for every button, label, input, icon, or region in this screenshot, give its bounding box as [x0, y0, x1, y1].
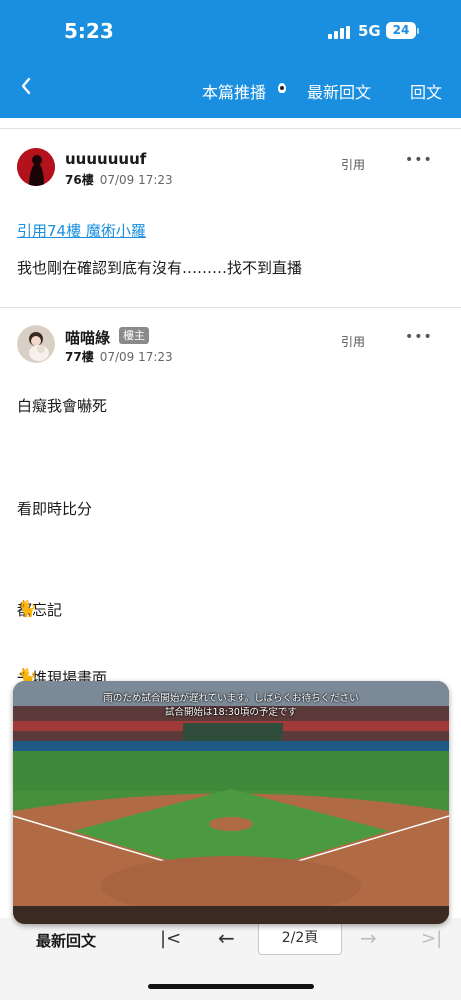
more-options-button[interactable]: •••	[405, 329, 433, 345]
network-label: 5G	[358, 22, 381, 40]
post-meta: 76樓 07/09 17:23	[65, 171, 173, 188]
signal-icon	[328, 26, 352, 39]
post-body: 我也剛在確認到底有沒有………找不到直播	[17, 259, 303, 277]
reply-button[interactable]: 回文	[410, 79, 442, 103]
battery-icon: 24	[386, 22, 416, 39]
video-caption: 試合開始は18:30頃の予定です	[165, 707, 297, 718]
op-badge: 樓主	[119, 327, 149, 344]
pip-video-player[interactable]: 雨のため試合開始が遅れています。しばらくお待ちください 試合開始は18:30頃の…	[13, 681, 449, 924]
more-options-button[interactable]: •••	[405, 152, 433, 168]
avatar[interactable]	[17, 325, 55, 363]
quote-button[interactable]: 引用	[341, 333, 365, 350]
quote-button[interactable]: 引用	[341, 156, 365, 173]
chevron-left-icon	[21, 77, 31, 95]
bulb-icon	[278, 83, 286, 93]
app-header: 5:23 5G 24 本篇推播 最新回文 回文	[0, 0, 461, 118]
page-indicator[interactable]: 2/2頁	[258, 921, 342, 955]
back-button[interactable]	[20, 76, 32, 102]
latest-reply-button[interactable]: 最新回文	[307, 79, 371, 103]
divider	[0, 307, 461, 308]
post-meta: 77樓 07/09 17:23	[65, 348, 173, 365]
floor-number: 76樓	[65, 173, 94, 187]
post-line-text: 白癡我會嚇死	[17, 397, 108, 415]
avatar[interactable]	[17, 148, 55, 186]
latest-reply-tab[interactable]: 最新回文	[36, 930, 96, 951]
first-page-button[interactable]: |<	[160, 928, 181, 949]
timestamp: 07/09 17:23	[99, 173, 173, 187]
timestamp: 07/09 17:23	[99, 350, 173, 364]
prev-page-button[interactable]: ←	[218, 926, 235, 950]
post-line: 白癡我會嚇死	[17, 395, 107, 416]
divider	[0, 128, 461, 129]
cat-emoji-icon: 🐈	[17, 599, 37, 618]
username[interactable]: 喵喵綠	[65, 327, 110, 348]
floor-number: 77樓	[65, 350, 94, 364]
post-line: 看即時比分	[17, 498, 92, 519]
last-page-button[interactable]: >|	[421, 928, 442, 949]
battery-tip	[417, 28, 419, 34]
video-caption: 雨のため試合開始が遅れています。しばらくお待ちください	[103, 693, 359, 704]
status-time: 5:23	[64, 19, 114, 43]
post-line: 🐈 都忘記	[17, 599, 62, 620]
post-line-text: 看即時比分	[17, 500, 93, 518]
next-page-button[interactable]: →	[360, 926, 377, 950]
home-indicator[interactable]	[148, 984, 314, 989]
username[interactable]: uuuuuuuf	[65, 150, 146, 168]
push-notify-button[interactable]: 本篇推播	[202, 79, 266, 103]
quote-reference-link[interactable]: 引用74樓 魔術小羅	[17, 220, 146, 241]
